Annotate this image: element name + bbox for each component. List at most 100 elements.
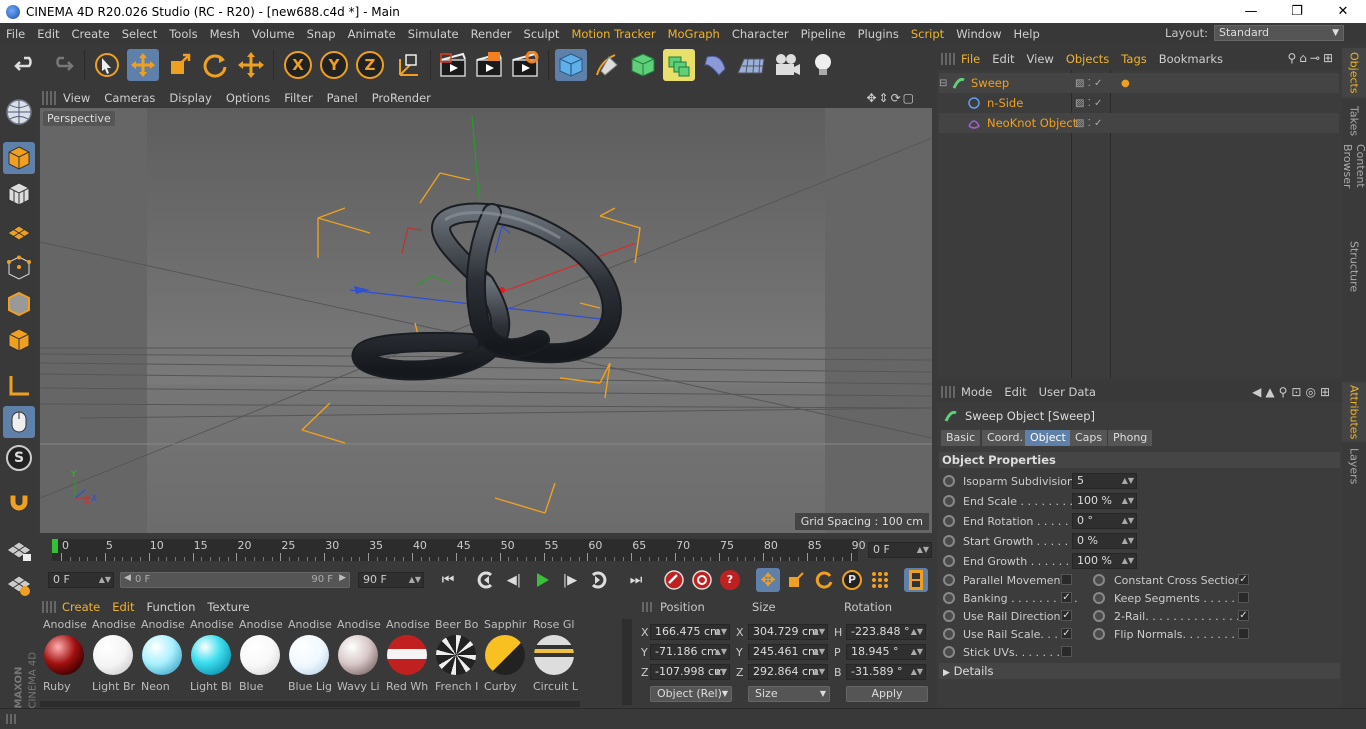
stick-uvs-checkbox[interactable] bbox=[1061, 646, 1072, 657]
camera-button[interactable] bbox=[771, 49, 803, 81]
material-menu-edit[interactable]: Edit bbox=[106, 600, 140, 614]
objects-toolbar-icons[interactable]: ⚲⌂⊸⊞ bbox=[1287, 51, 1336, 65]
play-button[interactable] bbox=[530, 568, 554, 592]
viewport-menu-filter[interactable]: Filter bbox=[277, 91, 319, 105]
material-swatch[interactable]: Anodise Blue Lig bbox=[285, 617, 333, 705]
render-to-picture-viewer-button[interactable] bbox=[473, 49, 505, 81]
objects-menu-objects[interactable]: Objects bbox=[1060, 52, 1115, 66]
menu-simulate[interactable]: Simulate bbox=[402, 27, 465, 41]
tab-objects[interactable]: Objects bbox=[1342, 48, 1366, 98]
position-y-field[interactable]: -71.186 cm ▲▼ bbox=[650, 644, 730, 660]
animate-radio[interactable] bbox=[943, 574, 955, 586]
move-tool-button[interactable] bbox=[127, 49, 159, 81]
viewport-menu-view[interactable]: View bbox=[56, 91, 97, 105]
size-y-field[interactable]: 245.461 cm ▲▼ bbox=[748, 644, 828, 660]
attributes-menu-user-data[interactable]: User Data bbox=[1033, 385, 1102, 399]
position-x-field[interactable]: 166.475 cm ▲▼ bbox=[650, 624, 730, 640]
viewport-menu-cameras[interactable]: Cameras bbox=[97, 91, 162, 105]
parallel-movement-checkbox[interactable] bbox=[1061, 574, 1072, 585]
start-frame-field[interactable]: 0 F ▲▼ bbox=[48, 572, 114, 588]
goto-end-button[interactable]: ⏭ bbox=[624, 568, 648, 592]
material-swatch[interactable]: Anodise Light Bl bbox=[187, 617, 235, 705]
attr-tab-caps[interactable]: Caps bbox=[1070, 430, 1109, 446]
material-swatch[interactable]: Beer Bo French I bbox=[432, 617, 480, 705]
object-visibility-toggle[interactable]: ▨ ⁚ ✓ bbox=[1075, 98, 1102, 109]
menu-character[interactable]: Character bbox=[726, 27, 795, 41]
menu-plugins[interactable]: Plugins bbox=[852, 27, 905, 41]
attributes-toolbar-icons[interactable]: ◀▲⚲⊡◎⊞ bbox=[1252, 385, 1334, 399]
layout-select[interactable]: Standard ▼ bbox=[1214, 25, 1344, 41]
animate-radio[interactable] bbox=[1093, 610, 1105, 622]
use-rail-direction-checkbox[interactable]: ✓ bbox=[1061, 610, 1072, 621]
menu-render[interactable]: Render bbox=[465, 27, 518, 41]
tab-structure[interactable]: Structure bbox=[1342, 240, 1366, 294]
material-menu-texture[interactable]: Texture bbox=[201, 600, 255, 614]
size-mode-select[interactable]: Size ▼ bbox=[748, 686, 830, 702]
transform-tool-button[interactable] bbox=[235, 49, 267, 81]
next-frame-button[interactable]: |▶ bbox=[558, 568, 582, 592]
material-menu-function[interactable]: Function bbox=[141, 600, 202, 614]
material-swatch[interactable]: Sapphir Curby bbox=[481, 617, 529, 705]
animate-radio[interactable] bbox=[943, 592, 955, 604]
menu-sculpt[interactable]: Sculpt bbox=[518, 27, 566, 41]
banking-checkbox[interactable]: ✓ bbox=[1061, 592, 1072, 603]
material-tag-icon[interactable]: ● bbox=[1121, 78, 1130, 89]
attr-tab-coord[interactable]: Coord. bbox=[982, 430, 1029, 446]
maximize-button[interactable]: ❐ bbox=[1274, 0, 1320, 23]
attr-tab-phong[interactable]: Phong bbox=[1108, 430, 1154, 446]
size-x-field[interactable]: 304.729 cm ▲▼ bbox=[748, 624, 828, 640]
menu-snap[interactable]: Snap bbox=[301, 27, 342, 41]
menu-edit[interactable]: Edit bbox=[31, 27, 65, 41]
point-level-key-button[interactable] bbox=[868, 568, 892, 592]
x-axis-lock-button[interactable]: X bbox=[282, 49, 314, 81]
tab-layers[interactable]: Layers bbox=[1342, 446, 1366, 486]
animate-radio[interactable] bbox=[1093, 574, 1105, 586]
menu-mesh[interactable]: Mesh bbox=[204, 27, 246, 41]
texture-mode-button[interactable] bbox=[3, 178, 35, 210]
menu-window[interactable]: Window bbox=[950, 27, 1007, 41]
axis-mode-button[interactable] bbox=[3, 370, 35, 402]
constant-cross-section-checkbox[interactable]: ✓ bbox=[1238, 574, 1249, 585]
position-key-button[interactable]: ✥ bbox=[756, 568, 780, 592]
timeline-mode-button[interactable] bbox=[904, 568, 928, 592]
attr-tab-basic[interactable]: Basic bbox=[941, 430, 982, 446]
object-visibility-toggle[interactable]: ▨ ⁚ ✓ bbox=[1075, 118, 1102, 129]
viewport-menu-display[interactable]: Display bbox=[162, 91, 218, 105]
workplane-mode-button[interactable] bbox=[3, 214, 35, 246]
menu-create[interactable]: Create bbox=[66, 27, 116, 41]
goto-start-button[interactable]: ⏮ bbox=[436, 568, 460, 592]
size-z-field[interactable]: 292.864 cm ▲▼ bbox=[748, 664, 828, 680]
animate-radio[interactable] bbox=[943, 628, 955, 640]
objects-menu-edit[interactable]: Edit bbox=[986, 52, 1020, 66]
edges-mode-button[interactable] bbox=[3, 288, 35, 320]
menu-pipeline[interactable]: Pipeline bbox=[795, 27, 852, 41]
tab-takes[interactable]: Takes bbox=[1342, 100, 1366, 142]
undo-button[interactable] bbox=[10, 49, 42, 81]
current-frame-field[interactable]: 0 F ▲▼ bbox=[868, 542, 932, 558]
collapse-icon[interactable]: ⊟ bbox=[939, 78, 951, 89]
flip-normals-checkbox[interactable] bbox=[1238, 628, 1249, 639]
frame-range-slider[interactable]: ◀ 0 F 90 F ▶ bbox=[120, 572, 350, 588]
subdivision-surface-button[interactable] bbox=[627, 49, 659, 81]
polygons-mode-button[interactable] bbox=[3, 324, 35, 356]
object-name-sweep[interactable]: Sweep bbox=[971, 76, 1009, 90]
keyframe-selection-button[interactable]: ? bbox=[718, 568, 742, 592]
render-view-button[interactable] bbox=[437, 49, 469, 81]
object-name-neoknot[interactable]: NeoKnot Object bbox=[987, 116, 1077, 130]
material-swatch[interactable]: Anodise Light Br bbox=[89, 617, 137, 705]
camera-label[interactable]: Perspective bbox=[43, 111, 115, 126]
tweak-mode-button[interactable] bbox=[3, 406, 35, 438]
floor-button[interactable] bbox=[735, 49, 767, 81]
material-swatch[interactable]: Rose Gl Circuit L bbox=[530, 617, 578, 705]
end-growth-field[interactable]: 100 % ▲▼ bbox=[1072, 553, 1137, 569]
light-button[interactable] bbox=[807, 49, 839, 81]
animate-radio[interactable] bbox=[943, 475, 955, 487]
enable-grid-button[interactable] bbox=[3, 534, 35, 566]
menu-animate[interactable]: Animate bbox=[342, 27, 402, 41]
details-section[interactable]: ▶ Details bbox=[939, 663, 1340, 679]
prev-key-button[interactable] bbox=[474, 568, 498, 592]
end-scale-field[interactable]: 100 % ▲▼ bbox=[1072, 493, 1137, 509]
next-key-button[interactable] bbox=[586, 568, 610, 592]
viewport-nav-icons[interactable]: ✥⇕⟳▢ bbox=[866, 91, 916, 105]
end-rotation-field[interactable]: 0 ° ▲▼ bbox=[1072, 513, 1137, 529]
